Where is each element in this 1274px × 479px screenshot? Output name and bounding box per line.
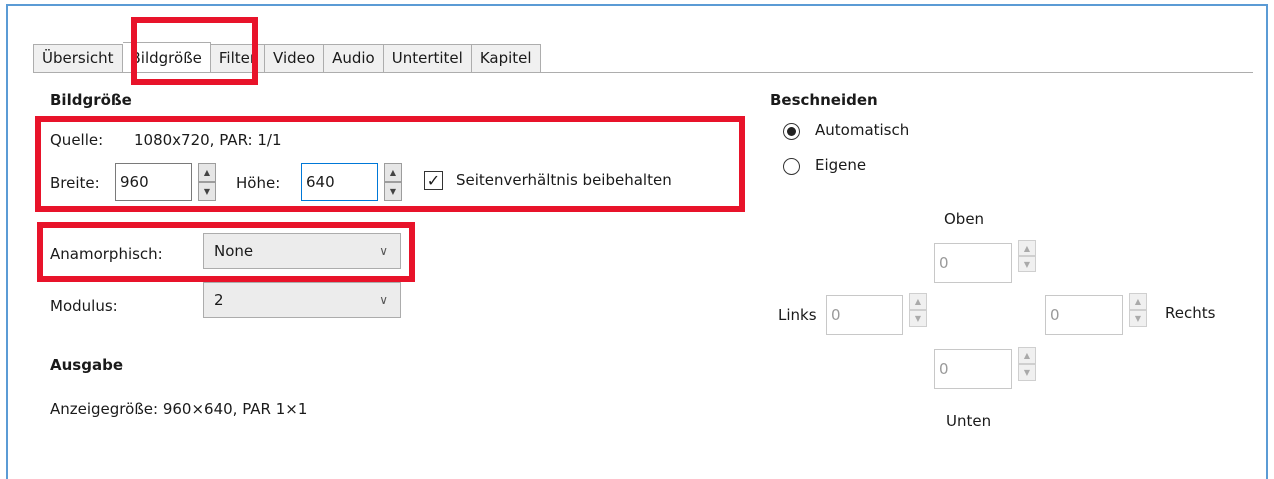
tab-filter[interactable]: Filter	[210, 44, 266, 72]
crop-left-input[interactable]: 0	[826, 295, 903, 335]
crop-custom-label: Eigene	[815, 156, 867, 174]
width-label: Breite:	[50, 174, 100, 192]
keep-ratio-checkbox[interactable]: ✓	[424, 171, 443, 190]
spin-down-icon[interactable]: ▼	[198, 182, 216, 201]
modulus-label: Modulus:	[50, 297, 118, 315]
spin-down-icon[interactable]: ▼	[909, 310, 927, 327]
tab-panel-border	[33, 72, 1253, 73]
chevron-down-icon: ∨	[379, 293, 388, 307]
tab-untertitel[interactable]: Untertitel	[383, 44, 472, 72]
height-spinner[interactable]: ▲ ▼	[384, 163, 402, 201]
crop-right-label: Rechts	[1165, 304, 1216, 322]
size-heading: Bildgröße	[50, 91, 132, 109]
spin-up-icon[interactable]: ▲	[909, 293, 927, 310]
spin-down-icon[interactable]: ▼	[1018, 256, 1036, 272]
tab-strip: Übersicht Bildgröße Filter Video Audio U…	[33, 42, 541, 72]
crop-auto-radio[interactable]	[783, 123, 800, 140]
tab-audio[interactable]: Audio	[324, 44, 384, 72]
crop-right-spinner[interactable]: ▲ ▼	[1129, 293, 1147, 327]
crop-bottom-spinner[interactable]: ▲ ▼	[1018, 347, 1036, 381]
chevron-down-icon: ∨	[379, 244, 388, 258]
crop-top-label: Oben	[944, 210, 985, 228]
display-size-value: Anzeigegröße: 960×640, PAR 1×1	[50, 400, 308, 418]
crop-auto-label: Automatisch	[815, 121, 910, 139]
height-label: Höhe:	[236, 174, 281, 192]
check-icon: ✓	[426, 171, 441, 190]
width-spinner[interactable]: ▲ ▼	[198, 163, 216, 201]
tab-bildgroesse[interactable]: Bildgröße	[122, 42, 211, 72]
spin-up-icon[interactable]: ▲	[1129, 293, 1147, 310]
crop-left-label: Links	[778, 306, 817, 324]
output-heading: Ausgabe	[50, 356, 123, 374]
keep-ratio-label: Seitenverhältnis beibehalten	[456, 171, 672, 189]
tab-uebersicht[interactable]: Übersicht	[33, 44, 123, 72]
crop-left-spinner[interactable]: ▲ ▼	[909, 293, 927, 327]
spin-down-icon[interactable]: ▼	[384, 182, 402, 201]
spin-up-icon[interactable]: ▲	[1018, 347, 1036, 364]
spin-up-icon[interactable]: ▲	[384, 163, 402, 182]
width-input[interactable]: 960	[115, 163, 192, 201]
crop-right-input[interactable]: 0	[1045, 295, 1123, 335]
crop-heading: Beschneiden	[770, 91, 878, 109]
source-label: Quelle:	[50, 131, 104, 149]
spin-down-icon[interactable]: ▼	[1018, 364, 1036, 381]
crop-top-input[interactable]: 0	[934, 243, 1012, 283]
crop-bottom-input[interactable]: 0	[934, 349, 1012, 389]
anamorphic-dropdown[interactable]: None ∨	[203, 233, 401, 269]
crop-bottom-label: Unten	[946, 412, 992, 430]
height-input[interactable]: 640	[301, 163, 378, 201]
tab-kapitel[interactable]: Kapitel	[471, 44, 541, 72]
source-value: 1080x720, PAR: 1/1	[134, 131, 282, 149]
modulus-dropdown[interactable]: 2 ∨	[203, 282, 401, 318]
anamorphic-value: None	[214, 242, 254, 260]
modulus-value: 2	[214, 291, 224, 309]
crop-custom-radio[interactable]	[783, 158, 800, 175]
spin-down-icon[interactable]: ▼	[1129, 310, 1147, 327]
spin-up-icon[interactable]: ▲	[198, 163, 216, 182]
anamorphic-label: Anamorphisch:	[50, 245, 163, 263]
crop-top-spinner[interactable]: ▲ ▼	[1018, 240, 1036, 272]
tab-video[interactable]: Video	[265, 44, 325, 72]
spin-up-icon[interactable]: ▲	[1018, 240, 1036, 256]
